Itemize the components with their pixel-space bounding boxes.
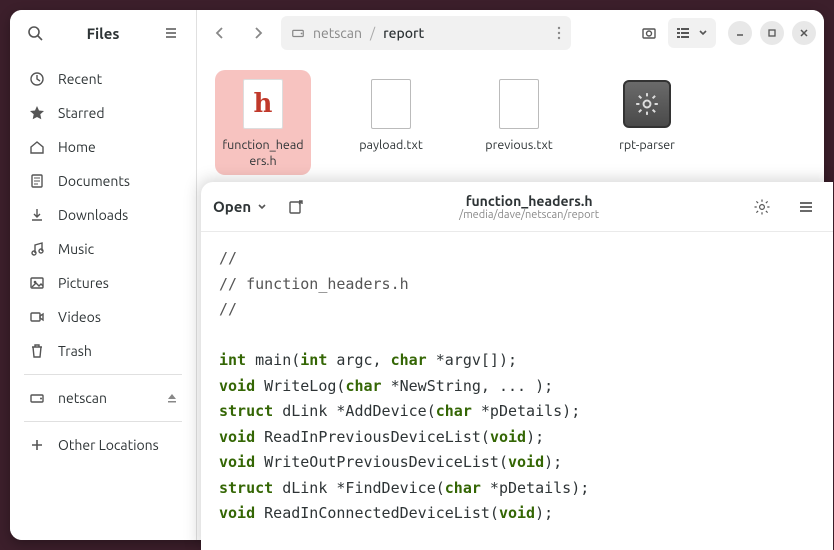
search-icon[interactable] [20, 18, 50, 48]
plus-icon [28, 436, 46, 454]
sidebar: Files Recent Starred Home Documents [10, 10, 197, 540]
path-segment-drive[interactable]: netscan [313, 25, 362, 41]
sidebar-item-mount-netscan[interactable]: netscan [10, 381, 196, 415]
sidebar-item-label: Other Locations [58, 437, 159, 453]
star-icon [28, 104, 46, 122]
editor-body[interactable]: // // function_headers.h // int main(int… [201, 232, 833, 550]
sidebar-item-pictures[interactable]: Pictures [10, 266, 196, 300]
editor-window: Open function_headers.h /media/dave/nets… [201, 182, 833, 550]
drive-icon [28, 389, 46, 407]
divider [24, 421, 182, 422]
sidebar-list: Recent Starred Home Documents Downloads … [10, 56, 196, 540]
file-item-rpt-parser[interactable]: rpt-parser [599, 70, 695, 160]
sidebar-item-label: Recent [58, 71, 102, 87]
video-icon [28, 308, 46, 326]
view-mode-toggle[interactable] [668, 18, 716, 48]
editor-subtitle: /media/dave/netscan/report [325, 209, 733, 221]
editor-title-wrap: function_headers.h /media/dave/netscan/r… [325, 193, 733, 221]
trash-icon [28, 342, 46, 360]
divider [24, 374, 182, 375]
chevron-down-icon [257, 202, 267, 212]
doc-icon [28, 172, 46, 190]
eject-icon[interactable] [166, 392, 178, 404]
file-label: payload.txt [359, 138, 423, 154]
path-segment-current[interactable]: report [383, 25, 424, 41]
new-tab-icon[interactable] [281, 192, 311, 222]
sidebar-menu-icon[interactable] [156, 18, 186, 48]
photo-mode-icon[interactable] [634, 18, 664, 48]
window-controls [728, 21, 816, 45]
path-bar[interactable]: netscan / report [281, 16, 571, 50]
sidebar-item-label: Music [58, 241, 94, 257]
sidebar-item-label: Videos [58, 309, 101, 325]
file-item-payload[interactable]: payload.txt [343, 70, 439, 160]
sidebar-item-documents[interactable]: Documents [10, 164, 196, 198]
sidebar-item-recent[interactable]: Recent [10, 62, 196, 96]
window-minimize-button[interactable] [728, 21, 752, 45]
gear-icon[interactable] [747, 192, 777, 222]
open-label: Open [213, 198, 251, 215]
sidebar-item-label: Trash [58, 343, 92, 359]
path-more-icon[interactable] [557, 26, 561, 40]
clock-icon [28, 70, 46, 88]
sidebar-item-label: Downloads [58, 207, 128, 223]
nav-back-button[interactable] [205, 18, 235, 48]
file-item-previous[interactable]: previous.txt [471, 70, 567, 160]
nav-forward-button[interactable] [243, 18, 273, 48]
app-title: Files [58, 25, 148, 42]
text-file-icon [367, 76, 415, 132]
window-maximize-button[interactable] [760, 21, 784, 45]
sidebar-header: Files [10, 10, 196, 56]
sidebar-item-music[interactable]: Music [10, 232, 196, 266]
list-view-icon[interactable] [672, 26, 694, 40]
sidebar-item-label: Documents [58, 173, 130, 189]
chevron-down-icon[interactable] [694, 28, 712, 38]
sidebar-item-starred[interactable]: Starred [10, 96, 196, 130]
text-file-icon [495, 76, 543, 132]
download-icon [28, 206, 46, 224]
toolbar: netscan / report [197, 10, 824, 56]
sidebar-item-label: Starred [58, 105, 105, 121]
sidebar-item-label: Home [58, 139, 96, 155]
music-icon [28, 240, 46, 258]
h-file-icon: h [239, 76, 287, 132]
window-close-button[interactable] [792, 21, 816, 45]
sidebar-item-home[interactable]: Home [10, 130, 196, 164]
file-label: rpt-parser [619, 138, 675, 154]
file-label: function_headers.h [221, 138, 305, 169]
sidebar-item-label: netscan [58, 390, 107, 406]
sidebar-item-other-locations[interactable]: Other Locations [10, 428, 196, 462]
sidebar-item-label: Pictures [58, 275, 109, 291]
toolbar-right [634, 18, 816, 48]
sidebar-item-downloads[interactable]: Downloads [10, 198, 196, 232]
editor-title: function_headers.h [325, 193, 733, 209]
sidebar-item-trash[interactable]: Trash [10, 334, 196, 368]
picture-icon [28, 274, 46, 292]
drive-icon [291, 26, 305, 40]
open-button[interactable]: Open [213, 198, 267, 215]
path-separator: / [370, 25, 375, 41]
editor-header: Open function_headers.h /media/dave/nets… [201, 182, 833, 232]
executable-icon [623, 76, 671, 132]
file-label: previous.txt [485, 138, 552, 154]
home-icon [28, 138, 46, 156]
sidebar-item-videos[interactable]: Videos [10, 300, 196, 334]
hamburger-menu-icon[interactable] [791, 192, 821, 222]
file-item-function-headers[interactable]: h function_headers.h [215, 70, 311, 175]
